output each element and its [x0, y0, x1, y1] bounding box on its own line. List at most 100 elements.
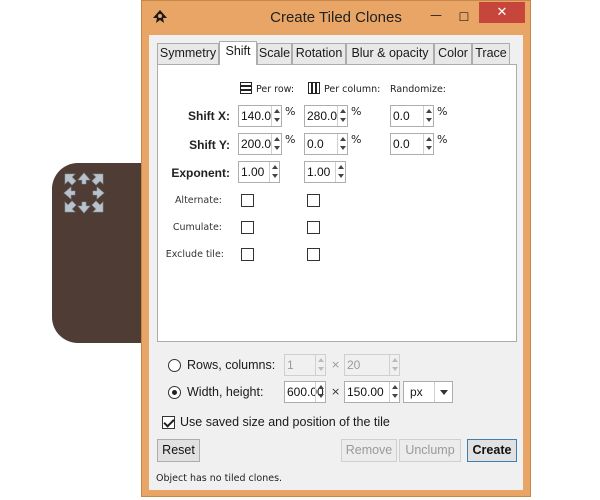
percent-sign: %: [437, 133, 448, 146]
dialog-client: Symmetry Shift Scale Rotation Blur & opa…: [149, 35, 523, 490]
tab-label: Shift: [225, 44, 251, 58]
tab-scale[interactable]: Scale: [257, 43, 292, 64]
rows-columns-label: Rows, columns:: [187, 358, 276, 372]
tab-symmetry[interactable]: Symmetry: [157, 43, 219, 64]
spin-value: 140.0: [241, 109, 272, 123]
exclude-tile-label: Exclude tile:: [165, 249, 224, 260]
spin-arrows[interactable]: [269, 162, 279, 182]
shift-y-per-column-input[interactable]: 0.0: [304, 133, 348, 155]
spin-value: 1.00: [307, 165, 331, 179]
spin-arrows[interactable]: [423, 134, 433, 154]
tab-label: Rotation: [295, 46, 343, 60]
use-saved-size-label: Use saved size and position of the tile: [180, 415, 390, 429]
cumulate-label: Cumulate:: [172, 222, 222, 233]
tab-label: Blur & opacity: [351, 46, 429, 60]
use-saved-size-checkbox[interactable]: [162, 416, 175, 429]
times-sign: ×: [331, 385, 341, 398]
width-input[interactable]: 600.00: [284, 381, 326, 403]
spin-arrows[interactable]: [271, 134, 281, 154]
button-label: Create: [472, 443, 512, 457]
per-row-header: Per row:: [256, 84, 295, 95]
exclude-tile-per-row-checkbox[interactable]: [241, 248, 254, 261]
percent-sign: %: [437, 105, 448, 118]
percent-sign: %: [351, 133, 362, 146]
unit-select[interactable]: px: [403, 381, 453, 403]
spin-value: 20: [347, 358, 361, 372]
tab-label: Symmetry: [159, 46, 217, 60]
button-label: Reset: [162, 443, 195, 457]
randomize-header: Randomize:: [390, 84, 447, 95]
move-arrows-icon[interactable]: [63, 172, 105, 214]
rows-columns-radio[interactable]: [168, 359, 181, 372]
exponent-per-column-input[interactable]: 1.00: [304, 161, 346, 183]
spin-value: 150.00: [347, 385, 384, 399]
button-label: Unclump: [405, 443, 455, 457]
percent-sign: %: [351, 105, 362, 118]
tab-label: Color: [438, 46, 468, 60]
unit-value: px: [410, 385, 423, 399]
spin-value: 0.0: [393, 109, 410, 123]
shift-y-randomize-input[interactable]: 0.0: [390, 133, 434, 155]
alternate-per-row-checkbox[interactable]: [241, 194, 254, 207]
spin-value: 1: [287, 358, 294, 372]
shift-x-label: Shift X:: [188, 109, 230, 123]
percent-sign: %: [285, 105, 296, 118]
close-button[interactable]: ✕: [479, 2, 525, 23]
rows-input[interactable]: 1: [284, 354, 326, 376]
height-input[interactable]: 150.00: [344, 381, 400, 403]
spin-value: 1.00: [241, 165, 265, 179]
shift-y-label: Shift Y:: [189, 138, 230, 152]
minimize-button[interactable]: —: [422, 7, 450, 27]
button-label: Remove: [345, 443, 393, 457]
tab-label: Trace: [475, 46, 507, 60]
shift-x-per-row-input[interactable]: 140.0: [238, 105, 282, 127]
spin-value: 0.0: [393, 137, 410, 151]
tab-color[interactable]: Color: [434, 43, 472, 64]
exclude-tile-per-column-checkbox[interactable]: [307, 248, 320, 261]
columns-input[interactable]: 20: [344, 354, 400, 376]
exponent-label: Exponent:: [171, 166, 230, 180]
spin-arrows[interactable]: [271, 106, 281, 126]
tab-label: Scale: [258, 46, 291, 60]
cumulate-per-row-checkbox[interactable]: [241, 221, 254, 234]
times-sign: ×: [331, 358, 341, 371]
spin-arrows[interactable]: [315, 355, 325, 375]
per-column-icon: [308, 82, 320, 94]
spin-value: 0.0: [307, 137, 324, 151]
shift-y-per-row-input[interactable]: 200.0: [238, 133, 282, 155]
spin-arrows[interactable]: [389, 382, 399, 402]
spin-arrows[interactable]: [337, 134, 347, 154]
spin-arrows[interactable]: [335, 162, 345, 182]
tab-rotation[interactable]: Rotation: [292, 43, 346, 64]
per-row-icon: [240, 82, 252, 94]
dialog-window: Create Tiled Clones — ☐ ✕ Symmetry Shift…: [141, 0, 531, 497]
percent-sign: %: [285, 133, 296, 146]
status-text: Object has no tiled clones.: [156, 473, 283, 484]
alternate-per-column-checkbox[interactable]: [307, 194, 320, 207]
per-column-header: Per column:: [324, 84, 381, 95]
shift-panel: Per row: Per column: Randomize: Shift X:…: [157, 64, 517, 342]
remove-button[interactable]: Remove: [341, 439, 397, 462]
title-bar[interactable]: Create Tiled Clones — ☐ ✕: [142, 1, 530, 35]
exponent-per-row-input[interactable]: 1.00: [238, 161, 280, 183]
spin-value: 200.0: [241, 137, 272, 151]
spin-arrows[interactable]: [389, 355, 399, 375]
shift-x-per-column-input[interactable]: 280.0: [304, 105, 348, 127]
width-height-label: Width, height:: [187, 385, 264, 399]
unclump-button[interactable]: Unclump: [399, 439, 461, 462]
width-height-radio[interactable]: [168, 386, 181, 399]
chevron-down-icon[interactable]: [434, 382, 452, 402]
tab-trace[interactable]: Trace: [472, 43, 510, 64]
tab-shift[interactable]: Shift: [219, 41, 257, 65]
reset-button[interactable]: Reset: [157, 439, 200, 462]
spin-value: 280.0: [307, 109, 338, 123]
alternate-label: Alternate:: [174, 195, 222, 206]
shift-x-randomize-input[interactable]: 0.0: [390, 105, 434, 127]
cumulate-per-column-checkbox[interactable]: [307, 221, 320, 234]
spin-arrows[interactable]: [423, 106, 433, 126]
tab-blur-opacity[interactable]: Blur & opacity: [346, 43, 434, 64]
maximize-button[interactable]: ☐: [450, 7, 478, 27]
create-button[interactable]: Create: [467, 439, 517, 462]
spin-arrows[interactable]: [337, 106, 347, 126]
spin-arrows[interactable]: [315, 382, 325, 402]
